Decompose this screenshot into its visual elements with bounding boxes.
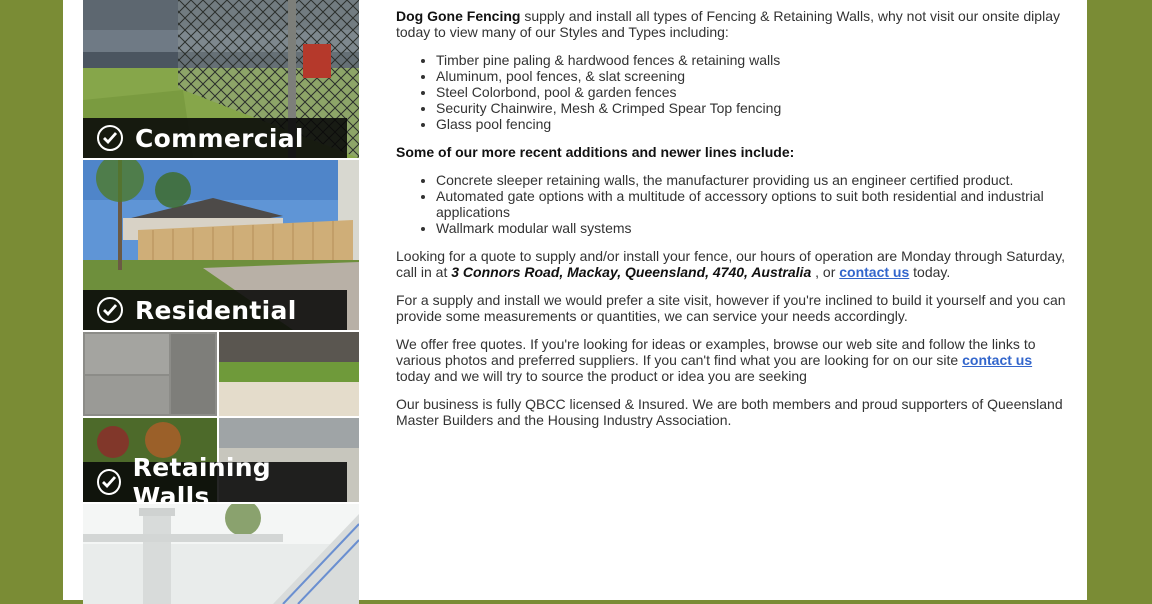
list-item: Timber pine paling & hardwood fences & r…: [436, 52, 1066, 68]
quote-text-after: today.: [909, 264, 951, 280]
site-visit-paragraph: For a supply and install we would prefer…: [396, 292, 1066, 324]
tile-residential[interactable]: Residential: [83, 160, 359, 330]
brand-name: Dog Gone Fencing: [396, 8, 521, 24]
free-quotes-text-after: today and we will try to source the prod…: [396, 368, 807, 384]
tile-label: Retaining Walls: [83, 453, 347, 502]
free-quotes-text: We offer free quotes. If you're looking …: [396, 336, 1036, 368]
sidebar: Commercial Residential Retaining Walls: [83, 0, 359, 604]
tile-label-text: Retaining Walls: [132, 453, 271, 502]
tile-label: Residential: [83, 290, 347, 330]
list-item: Automated gate options with a multitude …: [436, 188, 1066, 220]
contact-us-link[interactable]: contact us: [962, 352, 1032, 368]
quote-paragraph: Looking for a quote to supply and/or ins…: [396, 248, 1066, 280]
list-item: Wallmark modular wall systems: [436, 220, 1066, 236]
intro-paragraph: Dog Gone Fencing supply and install all …: [396, 8, 1066, 40]
additions-heading: Some of our more recent additions and ne…: [396, 144, 795, 160]
free-quotes-paragraph: We offer free quotes. If you're looking …: [396, 336, 1066, 384]
list-item: Steel Colorbond, pool & garden fences: [436, 84, 1066, 100]
licensed-paragraph: Our business is fully QBCC licensed & In…: [396, 396, 1063, 428]
additions-list: Concrete sleeper retaining walls, the ma…: [396, 172, 1066, 236]
tile-retaining-walls[interactable]: Retaining Walls: [83, 332, 359, 502]
fence-types-list: Timber pine paling & hardwood fences & r…: [396, 52, 1066, 132]
tile-label-text: Residential: [135, 295, 297, 325]
list-item: Concrete sleeper retaining walls, the ma…: [436, 172, 1066, 188]
check-circle-icon: [97, 297, 123, 323]
list-item: Glass pool fencing: [436, 116, 1066, 132]
address: 3 Connors Road, Mackay, Queensland, 4740…: [451, 264, 812, 280]
tile-label-text: Commercial: [135, 123, 304, 153]
tile-label: Commercial: [83, 118, 347, 158]
quote-text-mid: , or: [811, 264, 840, 280]
contact-us-link[interactable]: contact us: [839, 264, 909, 280]
tile-commercial[interactable]: Commercial: [83, 0, 359, 158]
pool-fencing-photo: [83, 504, 359, 604]
main-content: Dog Gone Fencing supply and install all …: [396, 8, 1066, 440]
check-circle-icon: [97, 469, 121, 495]
page-container: Commercial Residential Retaining Walls D…: [63, 0, 1087, 604]
list-item: Aluminum, pool fences, & slat screening: [436, 68, 1066, 84]
tile-pool-fencing[interactable]: [83, 504, 359, 604]
list-item: Security Chainwire, Mesh & Crimped Spear…: [436, 100, 1066, 116]
check-circle-icon: [97, 125, 123, 151]
